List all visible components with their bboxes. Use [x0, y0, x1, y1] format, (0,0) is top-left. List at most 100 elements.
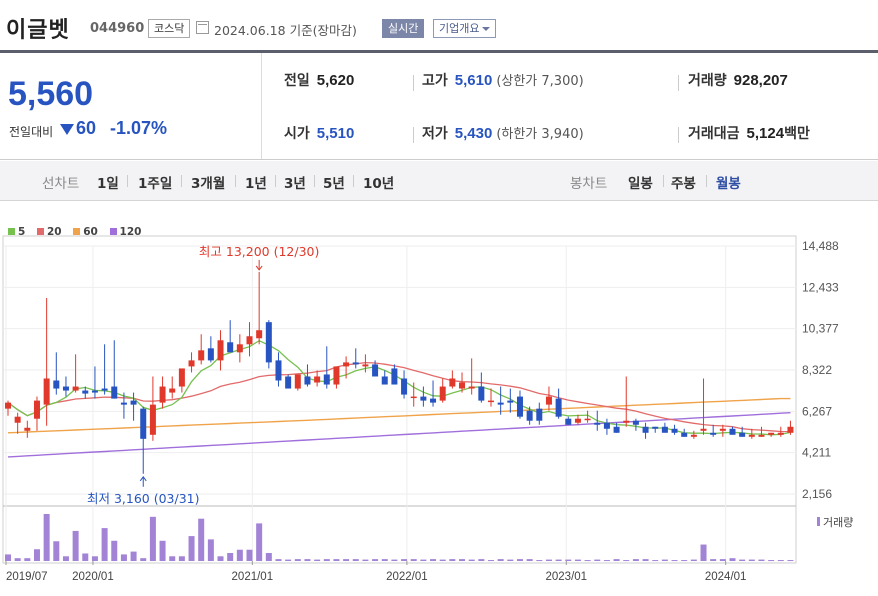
volume-bar [488, 560, 494, 562]
volume-bar [497, 559, 504, 561]
candle-body [545, 396, 552, 405]
volume-bar [768, 560, 775, 562]
volume-bar [507, 559, 514, 561]
candle-body [565, 418, 572, 425]
candle-body [285, 376, 292, 389]
candle-body [72, 386, 79, 391]
candle-body [497, 402, 504, 405]
ma5-line [7, 339, 791, 436]
volume-bar [120, 554, 127, 561]
volume-bar [333, 559, 340, 561]
chart-frame [2, 235, 797, 564]
volume-bar [536, 560, 543, 562]
candle-body [555, 398, 562, 417]
candle-body [681, 432, 688, 437]
volume-bar [632, 559, 639, 561]
candle-body [488, 400, 494, 403]
volume-bar [265, 553, 272, 561]
volume-bar [410, 559, 417, 561]
volume-bar [72, 530, 79, 561]
candle-body [14, 416, 21, 423]
candle-body [217, 340, 224, 361]
volume-legend-label: 거래량 [823, 516, 853, 529]
candle-body [526, 410, 533, 421]
volume-bar [516, 559, 523, 561]
candle-body [265, 322, 272, 363]
volume-bar [690, 559, 697, 561]
candle-body [256, 330, 263, 339]
candle-body [420, 396, 427, 401]
volume-bar [652, 560, 659, 562]
volume-bar [603, 560, 610, 562]
volume-bar [526, 559, 533, 561]
candle-body [439, 386, 446, 401]
volume-bar [149, 516, 156, 561]
candle-body [130, 400, 137, 405]
volume-bar [681, 560, 688, 562]
x-tick-label: 2024/01 [705, 571, 747, 583]
candle-body [710, 432, 717, 435]
candle-body [53, 380, 60, 389]
volume-bar [555, 559, 562, 561]
volume-bar [246, 549, 253, 561]
volume-bar [140, 558, 147, 561]
candle-body [343, 362, 350, 367]
candle-body [159, 386, 166, 403]
volume-bar [787, 560, 794, 562]
volume-bar [739, 559, 746, 561]
volume-bar [459, 559, 466, 561]
candle-body [739, 432, 746, 437]
candle-body [768, 432, 775, 435]
candle-body [149, 404, 156, 435]
candle-body [43, 378, 50, 405]
volume-bar [401, 559, 408, 561]
volume-bar [236, 549, 243, 561]
candle-body [430, 398, 437, 403]
x-tick-label: 2019/07 [6, 571, 48, 583]
volume-bar [169, 556, 176, 561]
volume-bar [700, 544, 707, 561]
volume-bar [24, 558, 31, 561]
volume-bar [362, 559, 369, 561]
volume-bar [14, 558, 21, 561]
candle-body [333, 366, 340, 385]
candle-body [323, 374, 330, 385]
candle-body [594, 422, 601, 425]
volume-bar [207, 539, 214, 561]
volume-bar [53, 541, 60, 561]
candle-body [536, 408, 543, 421]
candle-body [169, 388, 176, 393]
volume-bar [227, 553, 234, 561]
candle-body [101, 388, 108, 391]
volume-bar [661, 559, 668, 561]
candle-body [275, 360, 282, 381]
candle-body [777, 432, 784, 435]
candle-body [62, 386, 69, 391]
candle-body [729, 428, 736, 435]
volume-bar [710, 559, 717, 561]
volume-bar [729, 558, 736, 561]
volume-bar [323, 559, 330, 561]
volume-bar [391, 559, 398, 561]
volume-bar [111, 540, 118, 561]
high-annotation: 최고 13,200 (12/30) [199, 244, 319, 259]
y-tick-label: 4,211 [802, 446, 831, 460]
candle-body [381, 376, 388, 385]
candle-body [91, 390, 98, 393]
y-tick-label: 12,433 [802, 280, 839, 294]
candle-body [468, 386, 475, 389]
y-tick-label: 8,322 [802, 363, 832, 377]
candle-body [748, 434, 755, 437]
volume-bar [565, 559, 572, 561]
price-chart[interactable]: 14,488 12,433 10,377 8,322 6,267 4,211 2,156 20… [0, 0, 878, 596]
candle-body [652, 426, 659, 429]
volume-bar [159, 540, 166, 561]
candle-body [719, 428, 726, 431]
volume-bar [101, 528, 108, 561]
candle-body [613, 426, 620, 433]
volume-bar [478, 559, 485, 561]
x-tick-label: 2023/01 [545, 571, 587, 583]
candle-body [459, 382, 466, 389]
candle-body [5, 402, 11, 409]
y-tick-label: 10,377 [802, 322, 839, 336]
